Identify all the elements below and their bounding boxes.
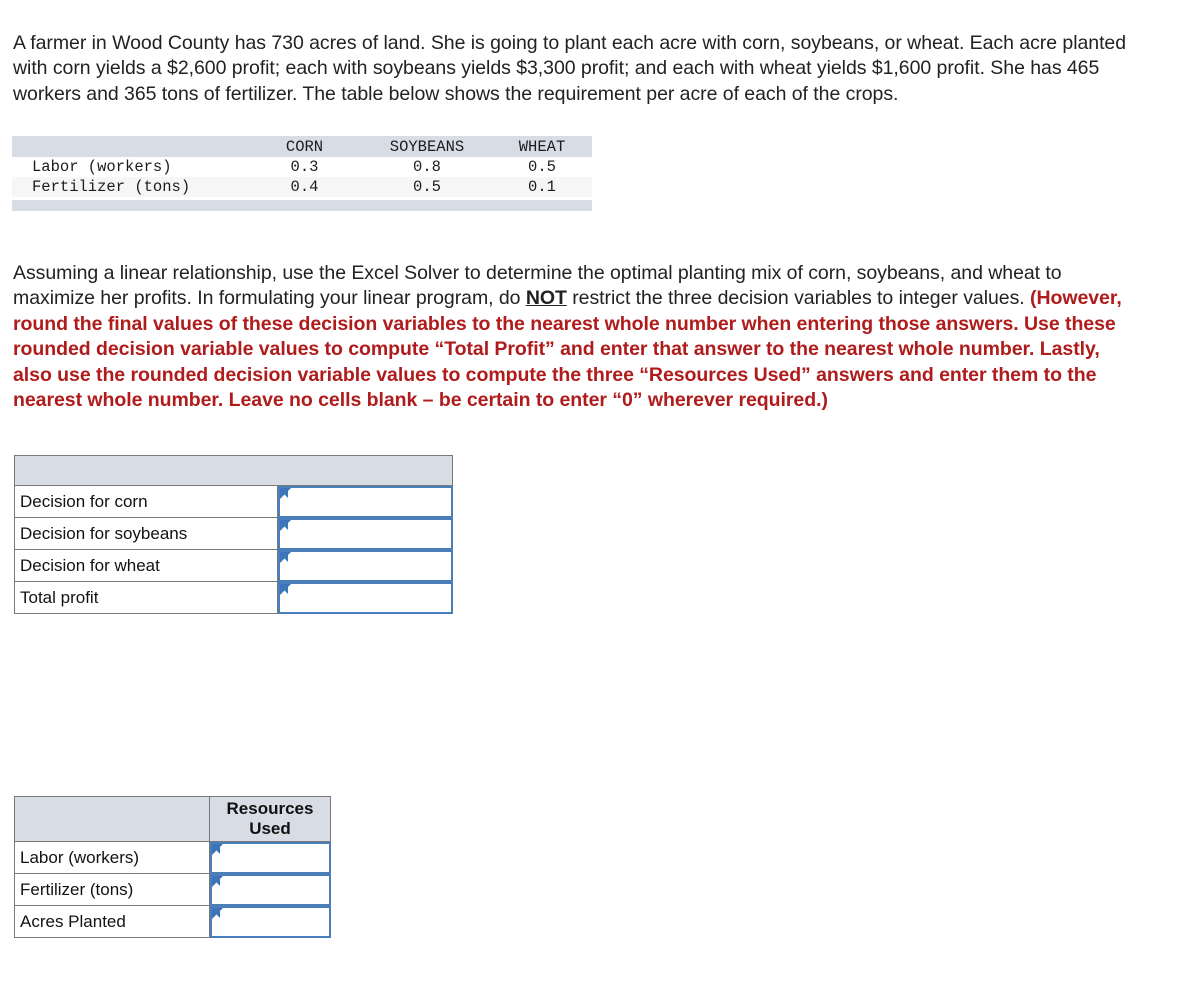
cell-marker-triangle-icon <box>211 907 223 919</box>
cell-labor-wheat: 0.5 <box>528 158 556 176</box>
cell-labor-corn: 0.3 <box>290 158 319 176</box>
row-label-labor: Labor (workers) <box>32 158 172 176</box>
column-header-blank <box>12 136 247 157</box>
answer-input-box[interactable] <box>278 517 453 550</box>
row-label-labor-workers: Labor (workers) <box>14 841 210 874</box>
crop-requirements-table: CORN SOYBEANS WHEAT Labor (workers) 0.3 … <box>12 136 592 211</box>
resources-table-header-blank <box>14 796 210 842</box>
footer-bar-cell <box>12 200 592 211</box>
cell-labor-soybeans: 0.8 <box>413 158 441 176</box>
instructions-not-emphasis: NOT <box>525 287 567 310</box>
table-header-row: Resources Used <box>14 796 331 842</box>
fertilizer-used-input[interactable] <box>224 875 325 904</box>
column-header-soybeans: SOYBEANS <box>362 136 492 157</box>
answer-input-box[interactable] <box>210 842 331 874</box>
cell-fertilizer-soybeans: 0.5 <box>413 178 441 196</box>
total-profit-input[interactable] <box>292 583 447 612</box>
cell-marker-triangle-icon <box>211 844 223 855</box>
table-header-row: CORN SOYBEANS WHEAT <box>12 136 592 157</box>
row-label-acres-planted: Acres Planted <box>14 905 210 938</box>
decision-wheat-input[interactable] <box>292 551 447 580</box>
answer-cell-decision-corn[interactable] <box>277 485 453 518</box>
answer-input-box[interactable] <box>278 486 453 518</box>
answer-cell-acres-planted[interactable] <box>209 905 331 938</box>
row-label-fertilizer-tons: Fertilizer (tons) <box>14 873 210 906</box>
answer-input-box[interactable] <box>210 905 331 938</box>
problem-intro-paragraph: A farmer in Wood County has 730 acres of… <box>13 31 1127 105</box>
resources-used-table: Resources Used Labor (workers) Fertilize… <box>14 796 331 938</box>
answer-input-box[interactable] <box>210 873 331 906</box>
cell-fertilizer-wheat: 0.1 <box>528 178 556 196</box>
cell-marker-triangle-icon <box>279 488 291 499</box>
table-row: Decision for corn <box>14 485 453 518</box>
table-row: Fertilizer (tons) 0.4 0.5 0.1 <box>12 177 592 197</box>
problem-instructions-paragraph: Assuming a linear relationship, use the … <box>13 261 1141 415</box>
table-header-row <box>14 455 453 486</box>
row-label-fertilizer: Fertilizer (tons) <box>32 178 191 196</box>
decision-corn-input[interactable] <box>292 488 447 516</box>
row-label-total-profit: Total profit <box>14 581 278 614</box>
instructions-text-part2: restrict the three decision variables to… <box>566 287 1031 310</box>
answer-cell-decision-soybeans[interactable] <box>277 517 453 550</box>
acres-planted-input[interactable] <box>224 907 325 936</box>
answer-cell-labor-used[interactable] <box>209 841 331 874</box>
resources-table-header-resources-used: Resources Used <box>209 796 331 842</box>
labor-used-input[interactable] <box>224 844 325 872</box>
cell-marker-triangle-icon <box>279 583 291 595</box>
answer-input-box[interactable] <box>278 549 453 582</box>
header-line-2: Used <box>249 819 291 838</box>
row-label-decision-corn: Decision for corn <box>14 485 278 518</box>
decision-soybeans-input[interactable] <box>292 519 447 548</box>
column-header-wheat: WHEAT <box>492 136 592 157</box>
row-label-decision-wheat: Decision for wheat <box>14 549 278 582</box>
table-row: Decision for soybeans <box>14 517 453 550</box>
cell-fertilizer-corn: 0.4 <box>290 178 319 196</box>
table-footer-bar <box>12 200 592 211</box>
header-line-1: Resources <box>226 799 314 818</box>
cell-marker-triangle-icon <box>279 551 291 563</box>
table-row: Total profit <box>14 581 453 614</box>
answer-cell-fertilizer-used[interactable] <box>209 873 331 906</box>
table-row: Fertilizer (tons) <box>14 873 331 906</box>
decision-variables-table: Decision for corn Decision for soybeans … <box>14 455 453 614</box>
decision-table-header-cell <box>14 455 453 486</box>
table-row: Labor (workers) <box>14 841 331 874</box>
row-label-decision-soybeans: Decision for soybeans <box>14 517 278 550</box>
column-header-corn: CORN <box>247 136 362 157</box>
answer-cell-decision-wheat[interactable] <box>277 549 453 582</box>
table-row: Decision for wheat <box>14 549 453 582</box>
cell-marker-triangle-icon <box>211 875 223 887</box>
cell-marker-triangle-icon <box>279 519 291 531</box>
answer-cell-total-profit[interactable] <box>277 581 453 614</box>
table-row: Labor (workers) 0.3 0.8 0.5 <box>12 157 592 177</box>
table-row: Acres Planted <box>14 905 331 938</box>
answer-input-box[interactable] <box>278 581 453 614</box>
